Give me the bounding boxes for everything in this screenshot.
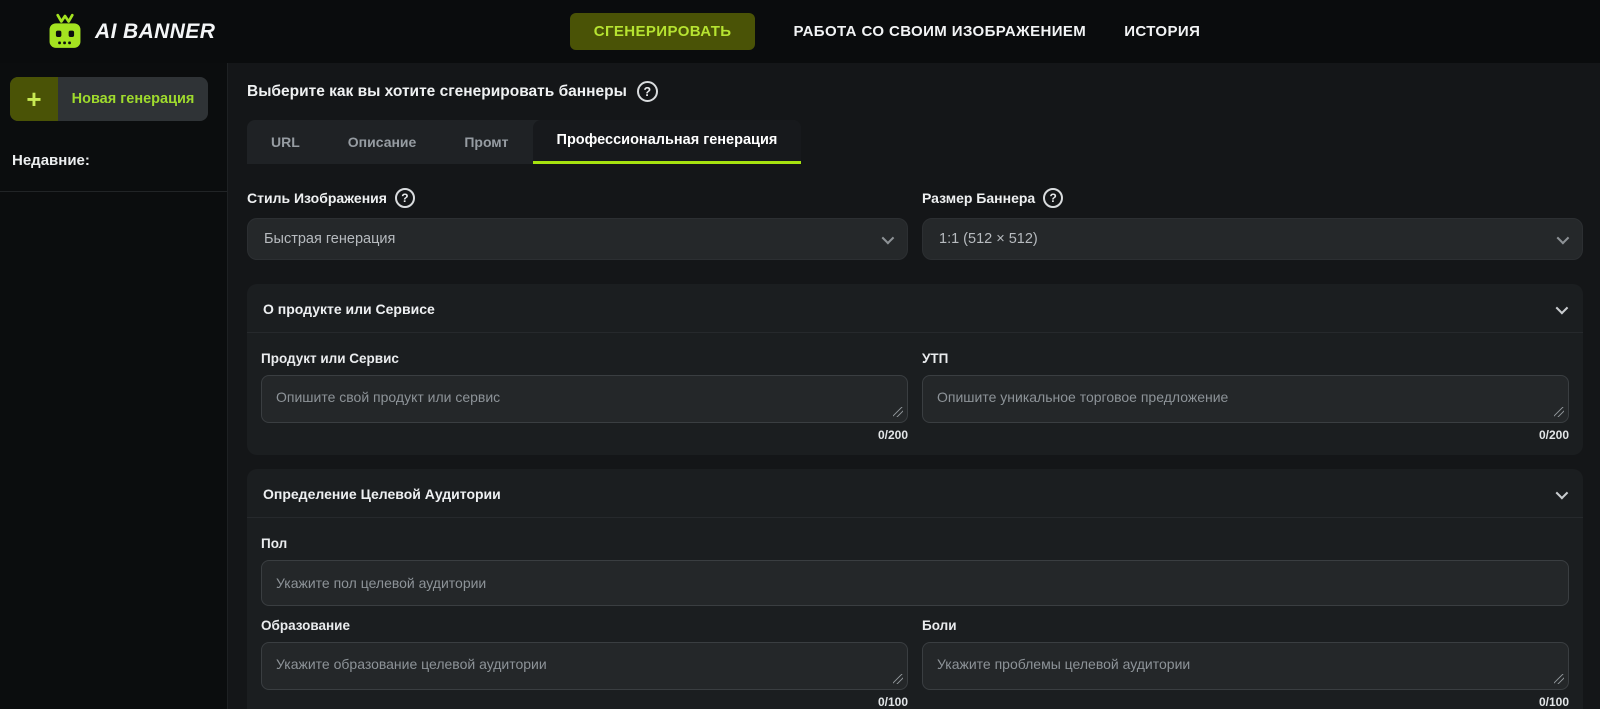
robot-logo-icon xyxy=(45,13,85,50)
usp-label: УТП xyxy=(922,351,1569,366)
education-field: Образование 0/100 xyxy=(261,610,908,709)
generation-tabbar: URL Описание Промт Профессиональная гене… xyxy=(247,120,801,164)
page-title: Выберите как вы хотите сгенерировать бан… xyxy=(247,83,627,101)
image-style-help-icon[interactable]: ? xyxy=(395,188,415,208)
section-audience-content: Пол Образование 0/100 xyxy=(247,518,1583,709)
image-style-select-value: Быстрая генерация xyxy=(264,231,395,247)
gender-label: Пол xyxy=(261,536,1569,551)
plus-icon: + xyxy=(10,77,58,121)
pains-field: Боли 0/100 xyxy=(922,610,1569,709)
image-style-label-row: Стиль Изображения ? xyxy=(247,188,908,208)
sidebar-divider xyxy=(0,191,227,192)
gender-input[interactable] xyxy=(261,560,1569,606)
chevron-down-icon xyxy=(1556,301,1569,314)
tab-description[interactable]: Описание xyxy=(324,120,441,164)
resize-handle-icon[interactable] xyxy=(1554,407,1564,417)
section-product-title: О продукте или Сервисе xyxy=(263,301,435,317)
page-title-row: Выберите как вы хотите сгенерировать бан… xyxy=(247,81,1583,102)
section-product-content: Продукт или Сервис 0/200 УТП xyxy=(247,333,1583,455)
section-product-header[interactable]: О продукте или Сервисе xyxy=(247,284,1583,332)
main-content: Выберите как вы хотите сгенерировать бан… xyxy=(228,63,1600,709)
logo-text: AI BANNER xyxy=(95,20,215,44)
chevron-down-icon xyxy=(882,231,895,244)
gender-field: Пол xyxy=(261,536,1569,606)
nav-generate-button[interactable]: СГЕНЕРИРОВАТЬ xyxy=(570,13,756,50)
new-generation-label: Новая генерация xyxy=(58,77,208,121)
education-label: Образование xyxy=(261,618,908,633)
banner-size-label: Размер Баннера xyxy=(922,190,1035,206)
nav-history-link[interactable]: ИСТОРИЯ xyxy=(1124,23,1200,40)
image-style-select[interactable]: Быстрая генерация xyxy=(247,218,908,260)
product-field: Продукт или Сервис 0/200 xyxy=(261,343,908,442)
chevron-down-icon xyxy=(1556,486,1569,499)
banner-size-select-value: 1:1 (512 × 512) xyxy=(939,231,1038,247)
product-textarea[interactable] xyxy=(261,375,908,423)
usp-char-counter: 0/200 xyxy=(922,428,1569,442)
nav-own-image-link[interactable]: РАБОТА СО СВОИМ ИЗОБРАЖЕНИЕМ xyxy=(793,23,1086,40)
help-icon[interactable]: ? xyxy=(637,81,658,102)
image-style-label: Стиль Изображения xyxy=(247,190,387,206)
pains-label: Боли xyxy=(922,618,1569,633)
resize-handle-icon[interactable] xyxy=(893,407,903,417)
section-audience-title: Определение Целевой Аудитории xyxy=(263,486,501,502)
body-row: + Новая генерация Недавние: Выберите как… xyxy=(0,63,1600,709)
resize-handle-icon[interactable] xyxy=(1554,674,1564,684)
image-style-field: Стиль Изображения ? Быстрая генерация xyxy=(247,188,908,260)
banner-size-label-row: Размер Баннера ? xyxy=(922,188,1583,208)
new-generation-button[interactable]: + Новая генерация xyxy=(10,77,208,121)
resize-handle-icon[interactable] xyxy=(893,674,903,684)
selects-row: Стиль Изображения ? Быстрая генерация Ра… xyxy=(247,188,1583,260)
logo[interactable]: AI BANNER xyxy=(0,13,320,50)
product-char-counter: 0/200 xyxy=(261,428,908,442)
tab-prompt[interactable]: Промт xyxy=(440,120,532,164)
pains-char-counter: 0/100 xyxy=(922,695,1569,709)
usp-textarea[interactable] xyxy=(922,375,1569,423)
recent-label: Недавние: xyxy=(12,152,227,169)
top-header: AI BANNER СГЕНЕРИРОВАТЬ РАБОТА СО СВОИМ … xyxy=(0,0,1600,63)
chevron-down-icon xyxy=(1557,231,1570,244)
sidebar: + Новая генерация Недавние: xyxy=(0,63,228,709)
banner-size-field: Размер Баннера ? 1:1 (512 × 512) xyxy=(922,188,1583,260)
banner-size-help-icon[interactable]: ? xyxy=(1043,188,1063,208)
top-nav: СГЕНЕРИРОВАТЬ РАБОТА СО СВОИМ ИЗОБРАЖЕНИ… xyxy=(320,13,1450,50)
section-audience: Определение Целевой Аудитории Пол Образо… xyxy=(247,469,1583,709)
section-product: О продукте или Сервисе Продукт или Серви… xyxy=(247,284,1583,455)
education-textarea[interactable] xyxy=(261,642,908,690)
banner-size-select[interactable]: 1:1 (512 × 512) xyxy=(922,218,1583,260)
education-char-counter: 0/100 xyxy=(261,695,908,709)
usp-field: УТП 0/200 xyxy=(922,343,1569,442)
tab-url[interactable]: URL xyxy=(247,120,324,164)
tab-professional-generation[interactable]: Профессиональная генерация xyxy=(533,120,802,164)
product-label: Продукт или Сервис xyxy=(261,351,908,366)
pains-textarea[interactable] xyxy=(922,642,1569,690)
app: AI BANNER СГЕНЕРИРОВАТЬ РАБОТА СО СВОИМ … xyxy=(0,0,1600,709)
section-audience-header[interactable]: Определение Целевой Аудитории xyxy=(247,469,1583,517)
